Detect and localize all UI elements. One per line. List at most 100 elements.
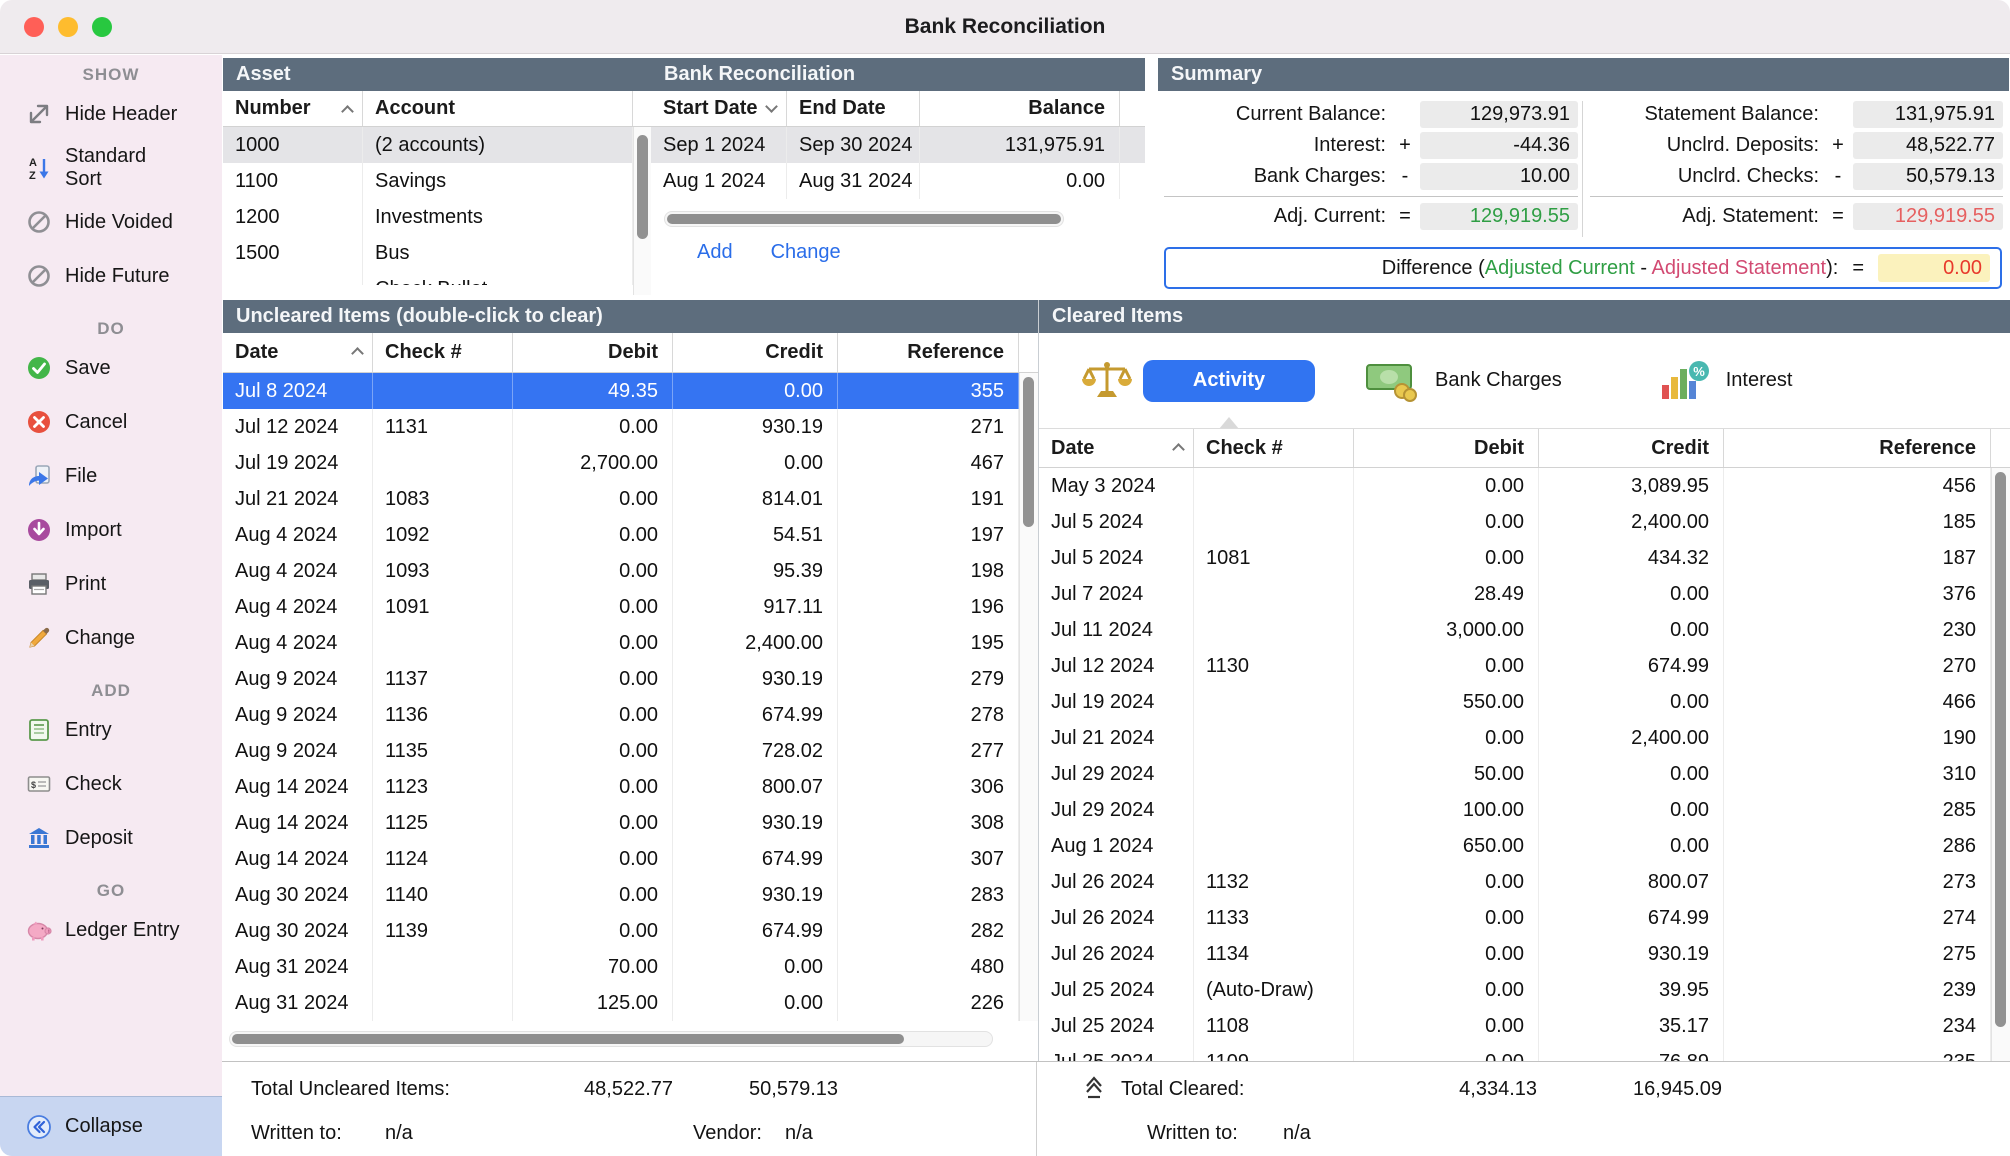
sidebar-item-hide-header[interactable]: Hide Header bbox=[0, 87, 222, 141]
table-row[interactable]: Jul 21 202410830.00814.01191 bbox=[223, 481, 1019, 517]
table-row[interactable]: Jul 26 202411340.00930.19275 bbox=[1039, 936, 1991, 972]
scrollbar-thumb[interactable] bbox=[232, 1034, 904, 1044]
zoom-button[interactable] bbox=[92, 17, 112, 37]
minimize-button[interactable] bbox=[58, 17, 78, 37]
top-row: Asset Number Account 1000(2 accounts)110… bbox=[223, 58, 2009, 295]
table-row[interactable]: Aug 4 202410930.0095.39198 bbox=[223, 553, 1019, 589]
add-link[interactable]: Add bbox=[697, 241, 733, 264]
check-column-header[interactable]: Check # bbox=[373, 333, 513, 372]
table-row[interactable]: Aug 4 20240.002,400.00195 bbox=[223, 625, 1019, 661]
scrollbar-thumb[interactable] bbox=[667, 214, 1061, 224]
table-row[interactable]: Jul 29 2024100.000.00285 bbox=[1039, 792, 1991, 828]
table-row[interactable]: Jul 25 202411080.0035.17234 bbox=[1039, 1008, 1991, 1044]
table-row[interactable]: Jul 21 20240.002,400.00190 bbox=[1039, 720, 1991, 756]
sidebar-item-cancel[interactable]: Cancel bbox=[0, 395, 222, 449]
table-row[interactable]: Jul 12 202411310.00930.19271 bbox=[223, 409, 1019, 445]
table-row[interactable]: Sep 1 2024Sep 30 2024131,975.91 bbox=[651, 127, 1145, 163]
sidebar-item-print[interactable]: Print bbox=[0, 557, 222, 611]
table-row[interactable]: Aug 14 202411250.00930.19308 bbox=[223, 805, 1019, 841]
table-row[interactable]: Aug 9 202411350.00728.02277 bbox=[223, 733, 1019, 769]
table-row[interactable]: Aug 14 202411240.00674.99307 bbox=[223, 841, 1019, 877]
table-row[interactable]: Jul 8 202449.350.00355 bbox=[223, 373, 1019, 409]
table-row[interactable]: Check Bullet bbox=[223, 271, 633, 285]
sidebar-item-import[interactable]: Import bbox=[0, 503, 222, 557]
table-row[interactable]: Jul 19 20242,700.000.00467 bbox=[223, 445, 1019, 481]
sidebar-item-deposit[interactable]: Deposit bbox=[0, 811, 222, 865]
table-row[interactable]: Jul 7 202428.490.00376 bbox=[1039, 576, 1991, 612]
interest-field[interactable]: -44.36 bbox=[1420, 132, 1578, 159]
asset-number-column-header[interactable]: Number bbox=[223, 91, 363, 126]
sidebar-item-file[interactable]: File bbox=[0, 449, 222, 503]
end-date-column-header[interactable]: End Date bbox=[787, 91, 920, 126]
sidebar-item-hide-future[interactable]: Hide Future bbox=[0, 249, 222, 303]
sidebar-item-save[interactable]: Save bbox=[0, 341, 222, 395]
reconciliation-hscrollbar[interactable] bbox=[664, 211, 1064, 227]
table-row[interactable]: Jul 19 2024550.000.00466 bbox=[1039, 684, 1991, 720]
tab-activity[interactable]: Activity bbox=[1143, 360, 1315, 402]
table-row[interactable]: 1500Bus bbox=[223, 235, 633, 271]
table-row[interactable]: Jul 26 202411320.00800.07273 bbox=[1039, 864, 1991, 900]
table-row[interactable]: May 3 20240.003,089.95456 bbox=[1039, 468, 1991, 504]
reference-column-header[interactable]: Reference bbox=[1724, 429, 1991, 467]
debit-column-header[interactable]: Debit bbox=[513, 333, 673, 372]
table-cell: (Auto-Draw) bbox=[1194, 972, 1354, 1008]
table-row[interactable]: Jul 5 202410810.00434.32187 bbox=[1039, 540, 1991, 576]
tab-bank-charges[interactable]: Bank Charges bbox=[1435, 369, 1562, 392]
tab-interest[interactable]: Interest bbox=[1726, 369, 1793, 392]
jump-top-icon[interactable] bbox=[1081, 1074, 1107, 1106]
table-cell: 434.32 bbox=[1539, 540, 1724, 576]
table-row[interactable]: Aug 1 2024Aug 31 20240.00 bbox=[651, 163, 1145, 199]
sidebar-item-ledger-entry[interactable]: Ledger Entry bbox=[0, 903, 222, 957]
date-column-header[interactable]: Date bbox=[223, 333, 373, 372]
uncleared-hscrollbar[interactable] bbox=[229, 1031, 993, 1047]
credit-column-header[interactable]: Credit bbox=[673, 333, 838, 372]
change-link[interactable]: Change bbox=[771, 241, 841, 264]
table-row[interactable]: Jul 25 202411090.0076.89235 bbox=[1039, 1044, 1991, 1061]
reference-column-header[interactable]: Reference bbox=[838, 333, 1019, 372]
table-row[interactable]: Aug 4 202410910.00917.11196 bbox=[223, 589, 1019, 625]
table-row[interactable]: Aug 30 202411390.00674.99282 bbox=[223, 913, 1019, 949]
collapse-button[interactable]: Collapse bbox=[0, 1096, 222, 1156]
balance-column-header[interactable]: Balance bbox=[920, 91, 1120, 126]
table-row[interactable]: Jul 5 20240.002,400.00185 bbox=[1039, 504, 1991, 540]
table-cell: 0.00 bbox=[1354, 900, 1539, 936]
asset-scrollbar[interactable] bbox=[633, 127, 651, 295]
table-row[interactable]: Jul 12 202411300.00674.99270 bbox=[1039, 648, 1991, 684]
table-row[interactable]: Aug 14 202411230.00800.07306 bbox=[223, 769, 1019, 805]
table-row[interactable]: Jul 29 202450.000.00310 bbox=[1039, 756, 1991, 792]
table-row[interactable]: Jul 25 2024(Auto-Draw)0.0039.95239 bbox=[1039, 972, 1991, 1008]
table-row[interactable]: Aug 30 202411400.00930.19283 bbox=[223, 877, 1019, 913]
asset-account-column-header[interactable]: Account bbox=[363, 91, 633, 126]
debit-column-header[interactable]: Debit bbox=[1354, 429, 1539, 467]
table-row[interactable]: Aug 4 202410920.0054.51197 bbox=[223, 517, 1019, 553]
scrollbar-thumb[interactable] bbox=[637, 135, 648, 239]
sidebar-item-entry[interactable]: Entry bbox=[0, 703, 222, 757]
scrollbar-thumb[interactable] bbox=[1023, 377, 1034, 527]
table-row[interactable]: Aug 9 202411370.00930.19279 bbox=[223, 661, 1019, 697]
scrollbar-thumb[interactable] bbox=[1995, 472, 2006, 1027]
table-row[interactable]: 1100Savings bbox=[223, 163, 633, 199]
credit-column-header[interactable]: Credit bbox=[1539, 429, 1724, 467]
table-row[interactable]: 1200Investments bbox=[223, 199, 633, 235]
start-date-column-header[interactable]: Start Date bbox=[651, 91, 787, 126]
table-row[interactable]: Aug 1 2024650.000.00286 bbox=[1039, 828, 1991, 864]
table-row[interactable]: 1000(2 accounts) bbox=[223, 127, 633, 163]
uncleared-scrollbar[interactable] bbox=[1019, 373, 1038, 1021]
reconciliation-table-body: Sep 1 2024Sep 30 2024131,975.91Aug 1 202… bbox=[651, 127, 1145, 199]
sidebar-item-check[interactable]: $ Check bbox=[0, 757, 222, 811]
close-button[interactable] bbox=[24, 17, 44, 37]
table-cell: 0.00 bbox=[1539, 576, 1724, 612]
table-row[interactable]: Aug 31 202470.000.00480 bbox=[223, 949, 1019, 985]
sidebar-item-hide-voided[interactable]: Hide Voided bbox=[0, 195, 222, 249]
table-row[interactable]: Aug 9 202411360.00674.99278 bbox=[223, 697, 1019, 733]
check-column-header[interactable]: Check # bbox=[1194, 429, 1354, 467]
date-column-header[interactable]: Date bbox=[1039, 429, 1194, 467]
bank-charges-field[interactable]: 10.00 bbox=[1420, 163, 1578, 190]
table-row[interactable]: Jul 11 20243,000.000.00230 bbox=[1039, 612, 1991, 648]
sidebar-item-standard-sort[interactable]: AZ Standard Sort bbox=[0, 141, 222, 195]
table-row[interactable]: Aug 31 2024125.000.00226 bbox=[223, 985, 1019, 1021]
table-cell: 1137 bbox=[373, 661, 513, 697]
cleared-scrollbar[interactable] bbox=[1991, 468, 2010, 1061]
sidebar-item-change[interactable]: Change bbox=[0, 611, 222, 665]
table-row[interactable]: Jul 26 202411330.00674.99274 bbox=[1039, 900, 1991, 936]
